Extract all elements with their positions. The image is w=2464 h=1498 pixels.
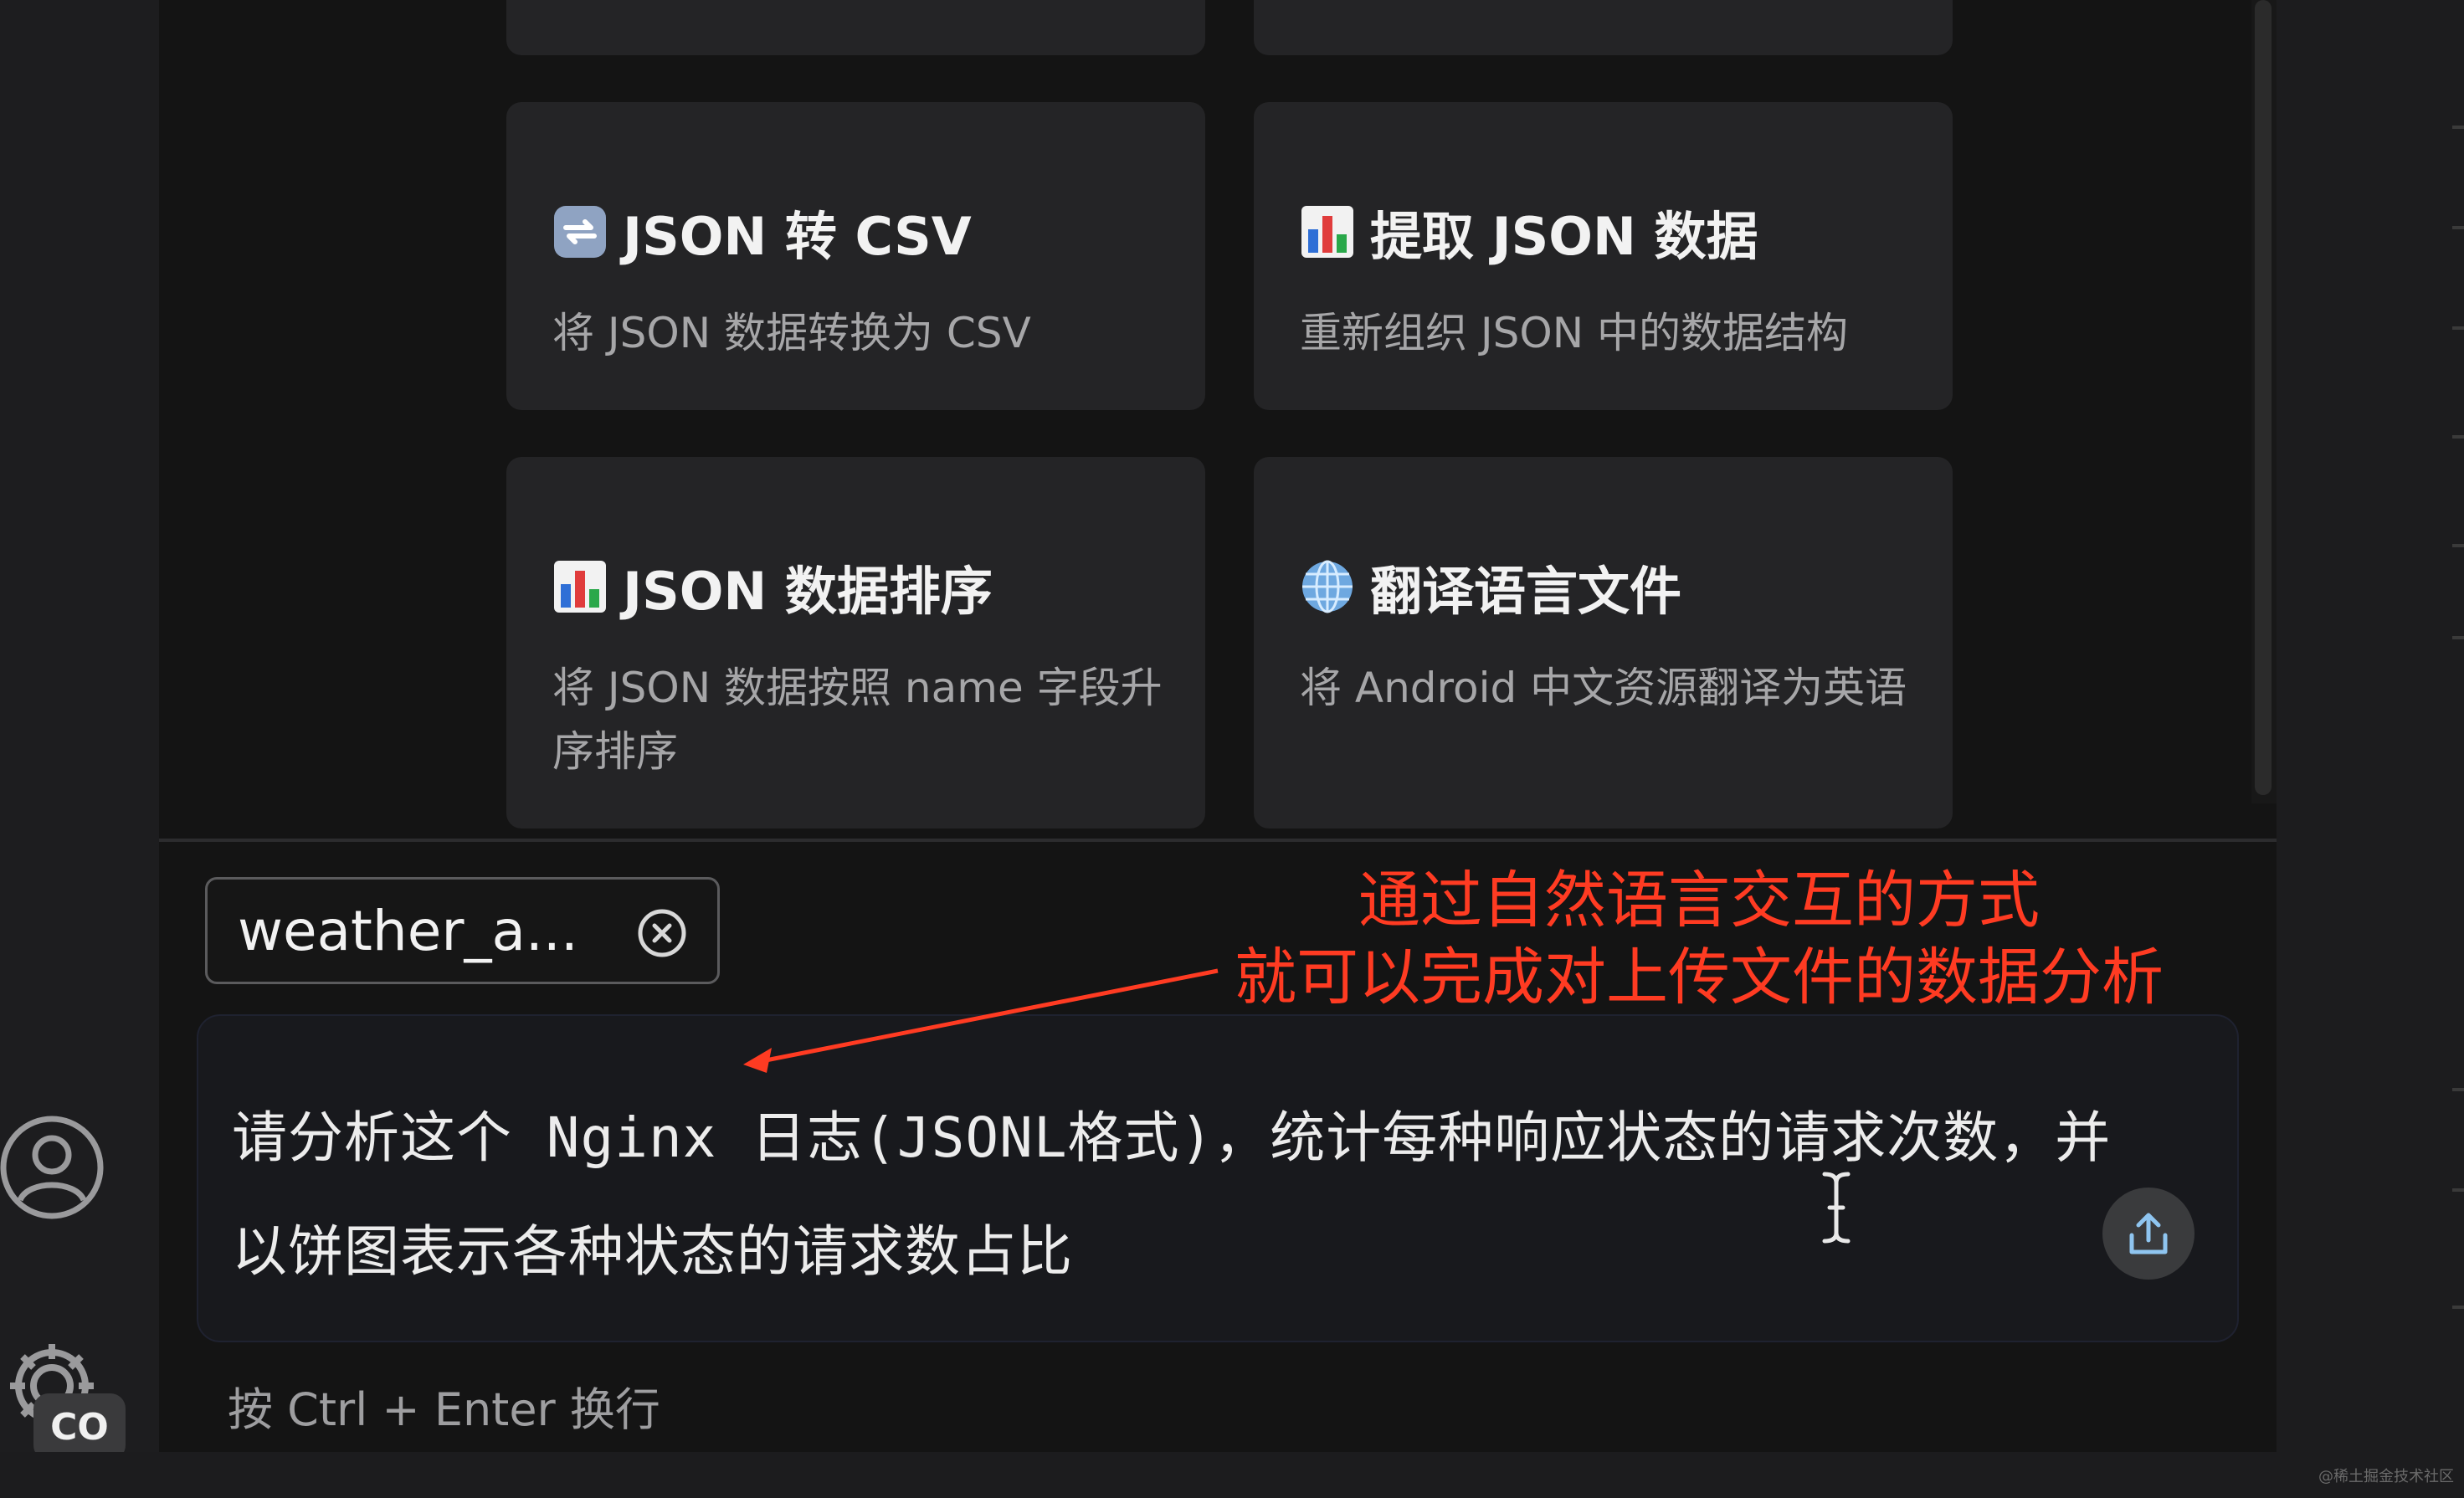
card-description: 将 JSON 数据转换为 CSV [552,309,1031,357]
close-circle-icon[interactable] [637,908,687,958]
card-title-text: 翻译语言文件 [1370,561,1682,622]
gutter-tick [2452,1306,2464,1309]
divider [159,839,2277,842]
template-card-translate-language[interactable]: 翻译语言文件 将 Android 中文资源翻译为英语 [1254,457,1953,829]
card-title: JSON 转 CSV [552,194,972,269]
card-partial[interactable] [506,0,1205,55]
attachment-filename: weather_a... [238,898,578,963]
globe-icon [1302,560,1353,613]
gutter-tick [2452,126,2464,129]
upload-icon [2129,1213,2168,1254]
convert-arrows-icon [554,206,606,258]
send-button[interactable] [2102,1188,2194,1280]
card-partial[interactable] [1254,0,1953,55]
annotation-text: 通过自然语言交互的方式 就可以完成对上传文件的数据分析 [1222,862,2176,1016]
card-description: 重新组织 JSON 中的数据结构 [1300,309,1849,357]
card-description: 将 JSON 数据按照 name 字段升序排序 [552,664,1163,776]
account-icon[interactable] [0,1113,109,1222]
watermark: @稀土掘金技术社区 [2318,1468,2454,1485]
card-title: 提取 JSON 数据 [1300,194,1758,269]
gutter-tick [2452,1188,2464,1192]
gutter-tick [2452,435,2464,439]
template-card-extract-json[interactable]: 提取 JSON 数据 重新组织 JSON 中的数据结构 [1254,102,1953,410]
template-card-json-sort[interactable]: JSON 数据排序 将 JSON 数据按照 name 字段升序排序 [506,457,1205,829]
card-title: JSON 数据排序 [552,549,993,624]
gutter-tick [2452,544,2464,547]
prompt-input-text[interactable]: 请分析这个 Nginx 日志(JSONL格式)，统计每种响应状态的请求次数，并以… [232,1081,2148,1309]
template-card-json-to-csv[interactable]: JSON 转 CSV 将 JSON 数据转换为 CSV [506,102,1205,410]
keyboard-hint: 按 Ctrl + Enter 换行 [228,1383,660,1436]
prompt-input[interactable]: 请分析这个 Nginx 日志(JSONL格式)，统计每种响应状态的请求次数，并以… [197,1014,2239,1342]
activity-rail: CO [0,0,159,1498]
gutter-tick [2452,1088,2464,1091]
right-gutter [2277,0,2464,1498]
bar-chart-icon [1301,206,1353,258]
account-badge[interactable]: CO [33,1393,126,1460]
gutter-tick [2452,636,2464,639]
card-title-text: JSON 数据排序 [623,561,993,622]
scrollbar-thumb[interactable] [2255,0,2272,795]
card-title-text: 提取 JSON 数据 [1370,206,1758,267]
gutter-tick [2452,326,2464,330]
app-root: CO JSON 转 CSV 将 JSON 数据转换为 CSV 提取 JSON 数… [0,0,2464,1498]
bottom-band [0,1452,2464,1498]
text-cursor-icon [1822,1172,1851,1244]
card-title: 翻译语言文件 [1300,549,1681,624]
annotation-line-2: 就可以完成对上传文件的数据分析 [1235,941,2164,1013]
annotation-line-1: 通过自然语言交互的方式 [1358,864,2040,936]
bar-chart-icon [554,561,606,613]
card-description: 将 Android 中文资源翻译为英语 [1300,664,1907,712]
attachment-chip[interactable]: weather_a... [205,877,720,984]
card-title-text: JSON 转 CSV [623,206,972,267]
gutter-tick [2452,226,2464,229]
